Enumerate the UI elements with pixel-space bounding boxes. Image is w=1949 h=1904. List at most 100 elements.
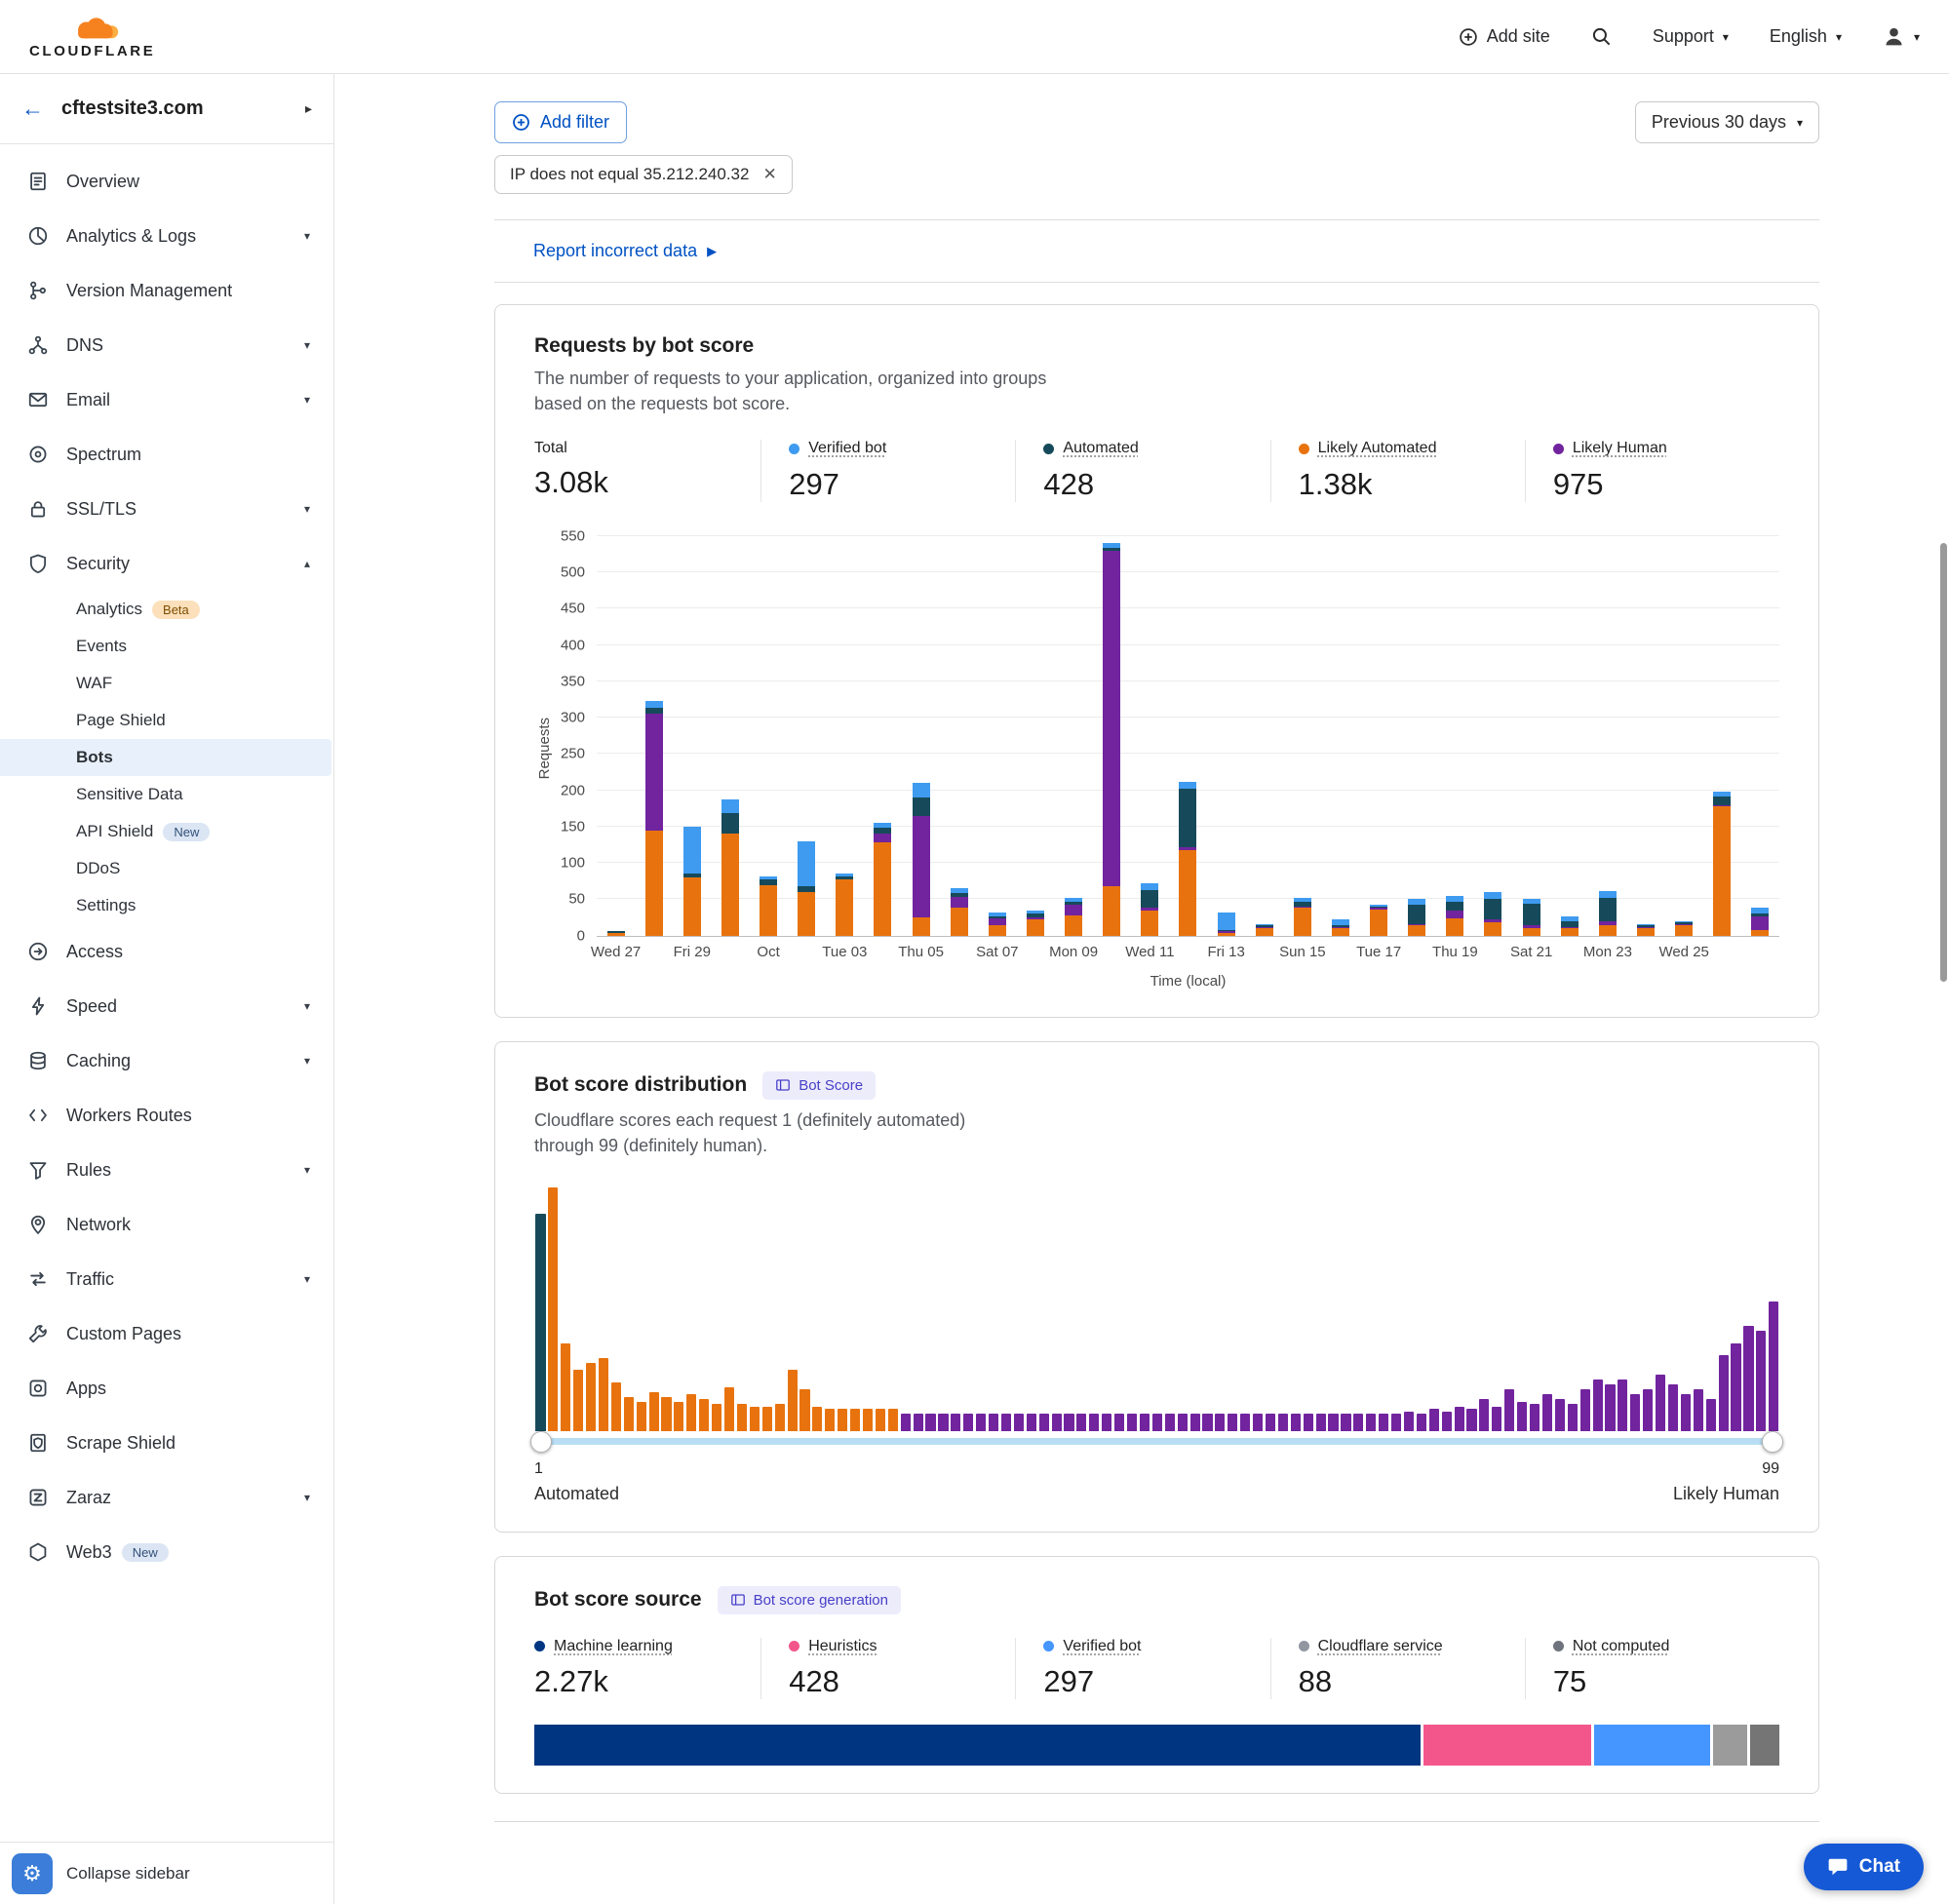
- language-menu[interactable]: English ▾: [1770, 26, 1842, 47]
- bar-segment-likely-automated: [913, 917, 930, 936]
- x-tick-label: Fri 13: [1207, 944, 1244, 960]
- sidebar-item-apps[interactable]: Apps: [0, 1361, 333, 1416]
- sidebar-item-zaraz[interactable]: Zaraz▾: [0, 1470, 333, 1525]
- sidebar-item-email[interactable]: Email▾: [0, 372, 333, 427]
- scrollbar-thumb[interactable]: [1940, 543, 1947, 982]
- bar-stack: [1065, 898, 1082, 936]
- site-selector[interactable]: ← cftestsite3.com ▸: [0, 74, 333, 144]
- histogram-bar: [876, 1409, 885, 1431]
- sidebar-item-spectrum[interactable]: Spectrum: [0, 427, 333, 482]
- sidebar-item-workers-routes[interactable]: Workers Routes: [0, 1088, 333, 1143]
- sidebar-item-analytics[interactable]: AnalyticsBeta: [0, 591, 331, 628]
- chat-button[interactable]: Chat: [1804, 1844, 1924, 1890]
- sidebar-item-events[interactable]: Events: [0, 628, 331, 665]
- bar-segment-automated: [1446, 902, 1463, 911]
- legend-dot: [1553, 1641, 1564, 1651]
- bar-stack: [1408, 899, 1425, 935]
- stat-label: Verified bot: [789, 440, 886, 457]
- sidebar-item-security[interactable]: Security▴: [0, 536, 333, 591]
- histogram-bar: [812, 1407, 822, 1431]
- legend-dot: [1299, 444, 1309, 454]
- sidebar-item-rules[interactable]: Rules▾: [0, 1143, 333, 1197]
- access-icon: [27, 941, 51, 962]
- sidebar-item-custom-pages[interactable]: Custom Pages: [0, 1306, 333, 1361]
- sidebar-item-ssl-tls[interactable]: SSL/TLS▾: [0, 482, 333, 536]
- sidebar-item-page-shield[interactable]: Page Shield: [0, 702, 331, 739]
- back-arrow-icon[interactable]: ←: [21, 96, 44, 122]
- histogram-bar: [799, 1389, 809, 1431]
- remove-filter-icon[interactable]: ✕: [762, 165, 776, 184]
- support-menu[interactable]: Support ▾: [1653, 26, 1729, 47]
- report-incorrect-data-link[interactable]: Report incorrect data ▶: [533, 241, 717, 261]
- requests-stats: Total3.08kVerified bot297Automated428Lik…: [534, 440, 1779, 502]
- card-description: Cloudflare scores each request 1 (defini…: [534, 1107, 993, 1158]
- sidebar-item-bots[interactable]: Bots: [0, 739, 331, 776]
- badge-label: Bot Score: [799, 1077, 863, 1094]
- sidebar-item-overview[interactable]: Overview: [0, 154, 333, 209]
- histogram-bar: [750, 1407, 760, 1431]
- bar-stack: [1294, 898, 1311, 936]
- bar-stack: [1599, 891, 1617, 936]
- sidebar-item-caching[interactable]: Caching▾: [0, 1033, 333, 1088]
- bot-score-badge[interactable]: Bot Score: [762, 1071, 876, 1100]
- bar-segment-automated: [721, 813, 739, 834]
- histogram-bar: [863, 1409, 873, 1431]
- bar-segment-likely-human: [951, 897, 968, 908]
- sidebar-item-settings[interactable]: Settings: [0, 887, 331, 924]
- bar-segment-likely-automated: [1599, 925, 1617, 935]
- sidebar-item-traffic[interactable]: Traffic▾: [0, 1252, 333, 1306]
- sidebar-item-network[interactable]: Network: [0, 1197, 333, 1252]
- bar-segment-likely-automated: [1523, 928, 1540, 935]
- sidebar-subitem-label: Sensitive Data: [76, 785, 183, 804]
- site-name: cftestsite3.com: [61, 97, 204, 120]
- bot-score-generation-badge[interactable]: Bot score generation: [718, 1586, 901, 1614]
- version-management-icon: [27, 280, 51, 301]
- bar-slot: [750, 537, 788, 936]
- bar-stack: [1751, 908, 1769, 935]
- sidebar-item-speed[interactable]: Speed▾: [0, 979, 333, 1033]
- bar-segment-likely-automated: [760, 885, 777, 936]
- settings-gear-button[interactable]: ⚙: [12, 1853, 53, 1894]
- chevron-down-icon: ▾: [304, 999, 310, 1013]
- sidebar-item-sensitive-data[interactable]: Sensitive Data: [0, 776, 331, 813]
- source-segment-heuristics: [1423, 1725, 1590, 1766]
- add-filter-button[interactable]: Add filter: [494, 101, 627, 143]
- bar-slot: [1169, 537, 1207, 936]
- stat-total: Total3.08k: [534, 440, 760, 502]
- bar-segment-likely-automated: [874, 842, 891, 935]
- histogram-bar: [1089, 1414, 1099, 1431]
- sidebar-item-analytics-logs[interactable]: Analytics & Logs▾: [0, 209, 333, 263]
- sidebar-item-web3[interactable]: Web3New: [0, 1525, 333, 1579]
- slider-handle-min[interactable]: [530, 1431, 552, 1453]
- bar-slot: [864, 537, 902, 936]
- bar-segment-likely-automated: [836, 879, 853, 936]
- sidebar-item-label: Caching: [66, 1051, 131, 1071]
- sidebar-item-access[interactable]: Access: [0, 924, 333, 979]
- filter-chip[interactable]: IP does not equal 35.212.240.32 ✕: [494, 155, 793, 194]
- sidebar-item-ddos[interactable]: DDoS: [0, 850, 331, 887]
- date-range-dropdown[interactable]: Previous 30 days ▾: [1635, 101, 1819, 143]
- histogram-bar: [611, 1382, 621, 1431]
- bar-slot: [1245, 537, 1283, 936]
- sidebar-item-api-shield[interactable]: API ShieldNew: [0, 813, 331, 850]
- sidebar-subitem-label: Settings: [76, 896, 136, 915]
- bot-score-source-card: Bot score source Bot score generation Ma…: [494, 1556, 1819, 1795]
- cloudflare-logo[interactable]: CLOUDFLARE: [29, 16, 155, 58]
- sidebar-subitem-label: DDoS: [76, 859, 120, 878]
- y-tick-label: 350: [561, 673, 585, 689]
- stat-value: 975: [1553, 467, 1779, 502]
- x-tick-label: Mon 09: [1049, 944, 1098, 960]
- stat-automated: Automated428: [1015, 440, 1269, 502]
- collapse-sidebar-button[interactable]: Collapse sidebar: [66, 1864, 190, 1884]
- bar-stack: [1713, 792, 1731, 936]
- account-menu[interactable]: ▾: [1883, 25, 1920, 48]
- sidebar-item-dns[interactable]: DNS▾: [0, 318, 333, 372]
- slider-handle-max[interactable]: [1762, 1431, 1783, 1453]
- sidebar-item-version-management[interactable]: Version Management: [0, 263, 333, 318]
- sidebar-item-scrape-shield[interactable]: Scrape Shield: [0, 1416, 333, 1470]
- histogram-bar: [1568, 1404, 1578, 1431]
- add-site-button[interactable]: Add site: [1459, 26, 1550, 47]
- search-button[interactable]: [1591, 26, 1612, 47]
- sidebar-item-waf[interactable]: WAF: [0, 665, 331, 702]
- histogram-bar: [1643, 1389, 1653, 1431]
